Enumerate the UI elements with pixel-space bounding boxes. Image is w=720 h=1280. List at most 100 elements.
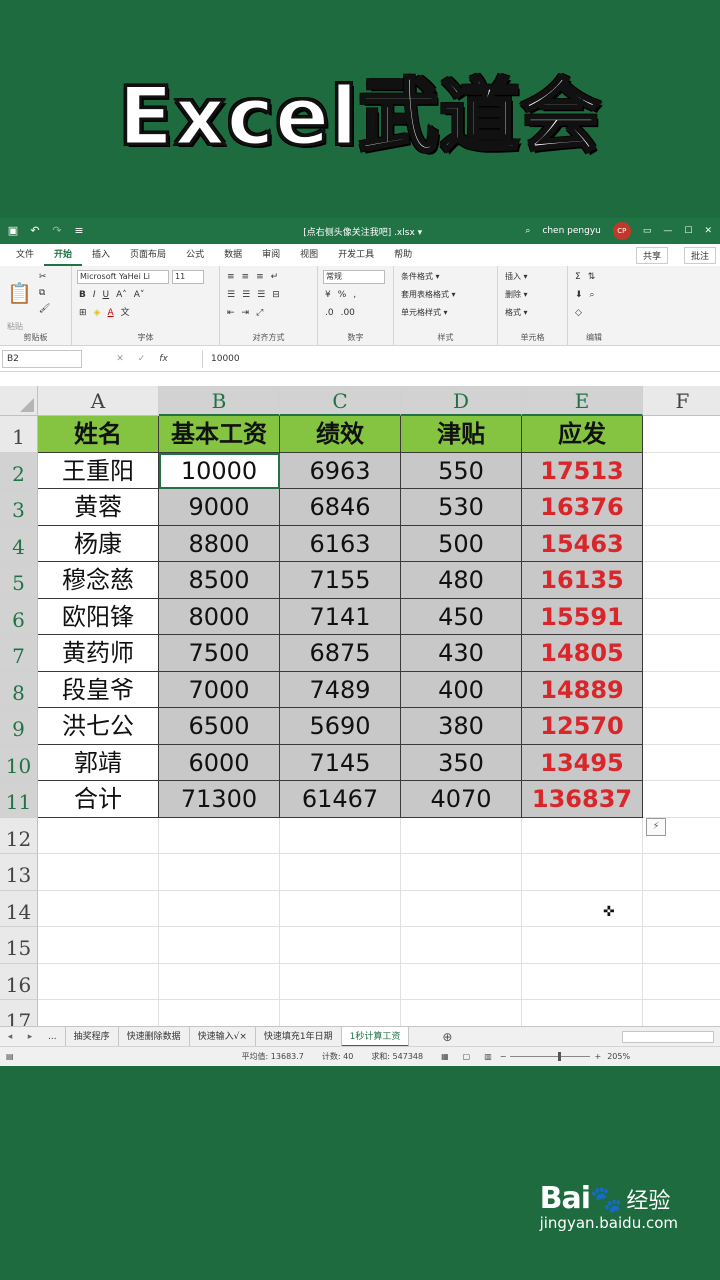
add-sheet-icon[interactable]: ⊕ [437, 1030, 457, 1044]
cancel-icon[interactable]: ✕ [116, 354, 124, 364]
name-cell[interactable]: 穆念慈 [38, 562, 159, 599]
italic-button[interactable]: I [91, 288, 98, 302]
data-cell[interactable]: 8500 [159, 562, 280, 599]
merge-center-icon[interactable]: ⊟ [270, 288, 282, 302]
border-icon[interactable]: ⊞ [77, 306, 89, 320]
font-name-select[interactable]: Microsoft YaHei Li [77, 270, 169, 284]
name-cell[interactable]: 黄药师 [38, 635, 159, 672]
data-cell[interactable]: 5690 [280, 708, 401, 745]
share-button[interactable]: 共享 [635, 247, 668, 264]
empty-cell[interactable] [643, 453, 720, 489]
data-cell[interactable]: 71300 [159, 781, 280, 818]
sort-filter-icon[interactable]: ⇅ [586, 270, 598, 284]
empty-cell[interactable] [643, 562, 720, 599]
save-icon[interactable]: ▣ [6, 224, 20, 238]
column-header[interactable]: B [159, 386, 280, 416]
align-top-icon[interactable]: ≡ [225, 270, 237, 284]
align-middle-icon[interactable]: ≡ [240, 270, 252, 284]
phonetic-icon[interactable]: 文 [119, 306, 132, 320]
empty-cell[interactable] [643, 708, 720, 745]
data-cell[interactable]: 7155 [280, 562, 401, 599]
minimize-icon[interactable]: — [663, 226, 672, 236]
name-cell[interactable]: 段皇爷 [38, 671, 159, 708]
data-cell[interactable]: 136837 [522, 781, 643, 818]
name-cell[interactable]: 欧阳锋 [38, 598, 159, 635]
empty-cell[interactable] [159, 963, 280, 1000]
row-header[interactable]: 14 [0, 890, 38, 927]
undo-icon[interactable]: ↶ [28, 224, 42, 238]
select-all-button[interactable] [0, 386, 38, 416]
number-format-select[interactable]: 常规 [323, 270, 385, 284]
cell-styles-button[interactable]: 单元格样式 ▾ [399, 306, 450, 320]
data-cell[interactable]: 7500 [159, 635, 280, 672]
find-icon[interactable]: ⌕ [588, 288, 597, 302]
empty-cell[interactable] [38, 1000, 159, 1026]
data-cell[interactable]: 530 [401, 489, 522, 526]
data-cell[interactable]: 9000 [159, 489, 280, 526]
empty-cell[interactable] [643, 745, 720, 781]
bold-button[interactable]: B [77, 288, 88, 302]
prev-sheet-icon[interactable]: ◂ [0, 1032, 20, 1042]
formula-input[interactable]: 10000 [202, 349, 720, 368]
tab-page-layout[interactable]: 页面布局 [120, 244, 176, 266]
empty-cell[interactable] [38, 854, 159, 891]
conditional-format-button[interactable]: 条件格式 ▾ [399, 270, 442, 284]
avatar[interactable]: CP [612, 222, 631, 240]
empty-cell[interactable] [401, 854, 522, 891]
decrease-indent-icon[interactable]: ⇤ [225, 306, 237, 320]
data-cell[interactable]: 15463 [522, 525, 643, 562]
empty-cell[interactable] [643, 526, 720, 562]
name-cell[interactable]: 洪七公 [38, 708, 159, 745]
next-sheet-icon[interactable]: ▸ [20, 1032, 40, 1042]
ribbon-display-icon[interactable]: ▭ [643, 226, 652, 236]
header-cell[interactable]: 姓名 [38, 416, 159, 453]
align-center-icon[interactable]: ☰ [240, 288, 252, 302]
empty-cell[interactable] [159, 817, 280, 854]
empty-cell[interactable] [643, 854, 720, 891]
comment-button[interactable]: 批注 [683, 247, 716, 264]
data-cell[interactable]: 6846 [280, 489, 401, 526]
insert-cells-button[interactable]: 插入 ▾ [503, 270, 530, 284]
row-header[interactable]: 4 [0, 525, 38, 562]
insert-function-icon[interactable]: fx [159, 354, 168, 364]
horizontal-scrollbar[interactable] [622, 1031, 714, 1043]
name-cell[interactable]: 郭靖 [38, 744, 159, 781]
empty-cell[interactable] [159, 854, 280, 891]
tab-developer[interactable]: 开发工具 [328, 244, 384, 266]
underline-button[interactable]: U [101, 288, 112, 302]
close-icon[interactable]: ✕ [704, 226, 712, 236]
tab-file[interactable]: 文件 [6, 244, 44, 266]
sheet-tab[interactable]: 快速输入√× [190, 1026, 256, 1047]
empty-cell[interactable] [643, 964, 720, 1000]
column-header[interactable]: E [522, 386, 643, 416]
data-cell[interactable]: 4070 [401, 781, 522, 818]
empty-cell[interactable] [159, 1000, 280, 1026]
data-cell[interactable]: 7489 [280, 671, 401, 708]
empty-cell[interactable] [643, 891, 720, 927]
data-cell[interactable]: 550 [401, 452, 522, 489]
cut-icon[interactable]: ✂ [37, 270, 52, 284]
data-cell[interactable]: 350 [401, 744, 522, 781]
row-header[interactable]: 12 [0, 817, 38, 854]
redo-icon[interactable]: ↷ [50, 224, 64, 238]
row-header[interactable]: 2 [0, 452, 38, 489]
empty-cell[interactable] [643, 489, 720, 526]
sheet-tab[interactable]: 快速填充1年日期 [256, 1026, 342, 1047]
data-cell[interactable]: 6000 [159, 744, 280, 781]
tab-home[interactable]: 开始 [44, 244, 83, 266]
empty-cell[interactable] [401, 890, 522, 927]
format-cells-button[interactable]: 格式 ▾ [503, 306, 530, 320]
empty-cell[interactable] [38, 927, 159, 964]
tab-help[interactable]: 帮助 [384, 244, 422, 266]
row-header[interactable]: 9 [0, 708, 38, 745]
data-cell[interactable]: 15591 [522, 598, 643, 635]
enter-icon[interactable]: ✓ [138, 354, 146, 364]
search-icon[interactable]: ⌕ [525, 226, 530, 236]
tab-view[interactable]: 视图 [290, 244, 328, 266]
empty-cell[interactable] [401, 963, 522, 1000]
empty-cell[interactable] [522, 854, 643, 891]
sheet-tab-active[interactable]: 1秒计算工资 [341, 1026, 410, 1047]
empty-cell[interactable] [643, 781, 720, 818]
name-cell[interactable]: 合计 [38, 781, 159, 818]
data-cell[interactable]: 12570 [522, 708, 643, 745]
